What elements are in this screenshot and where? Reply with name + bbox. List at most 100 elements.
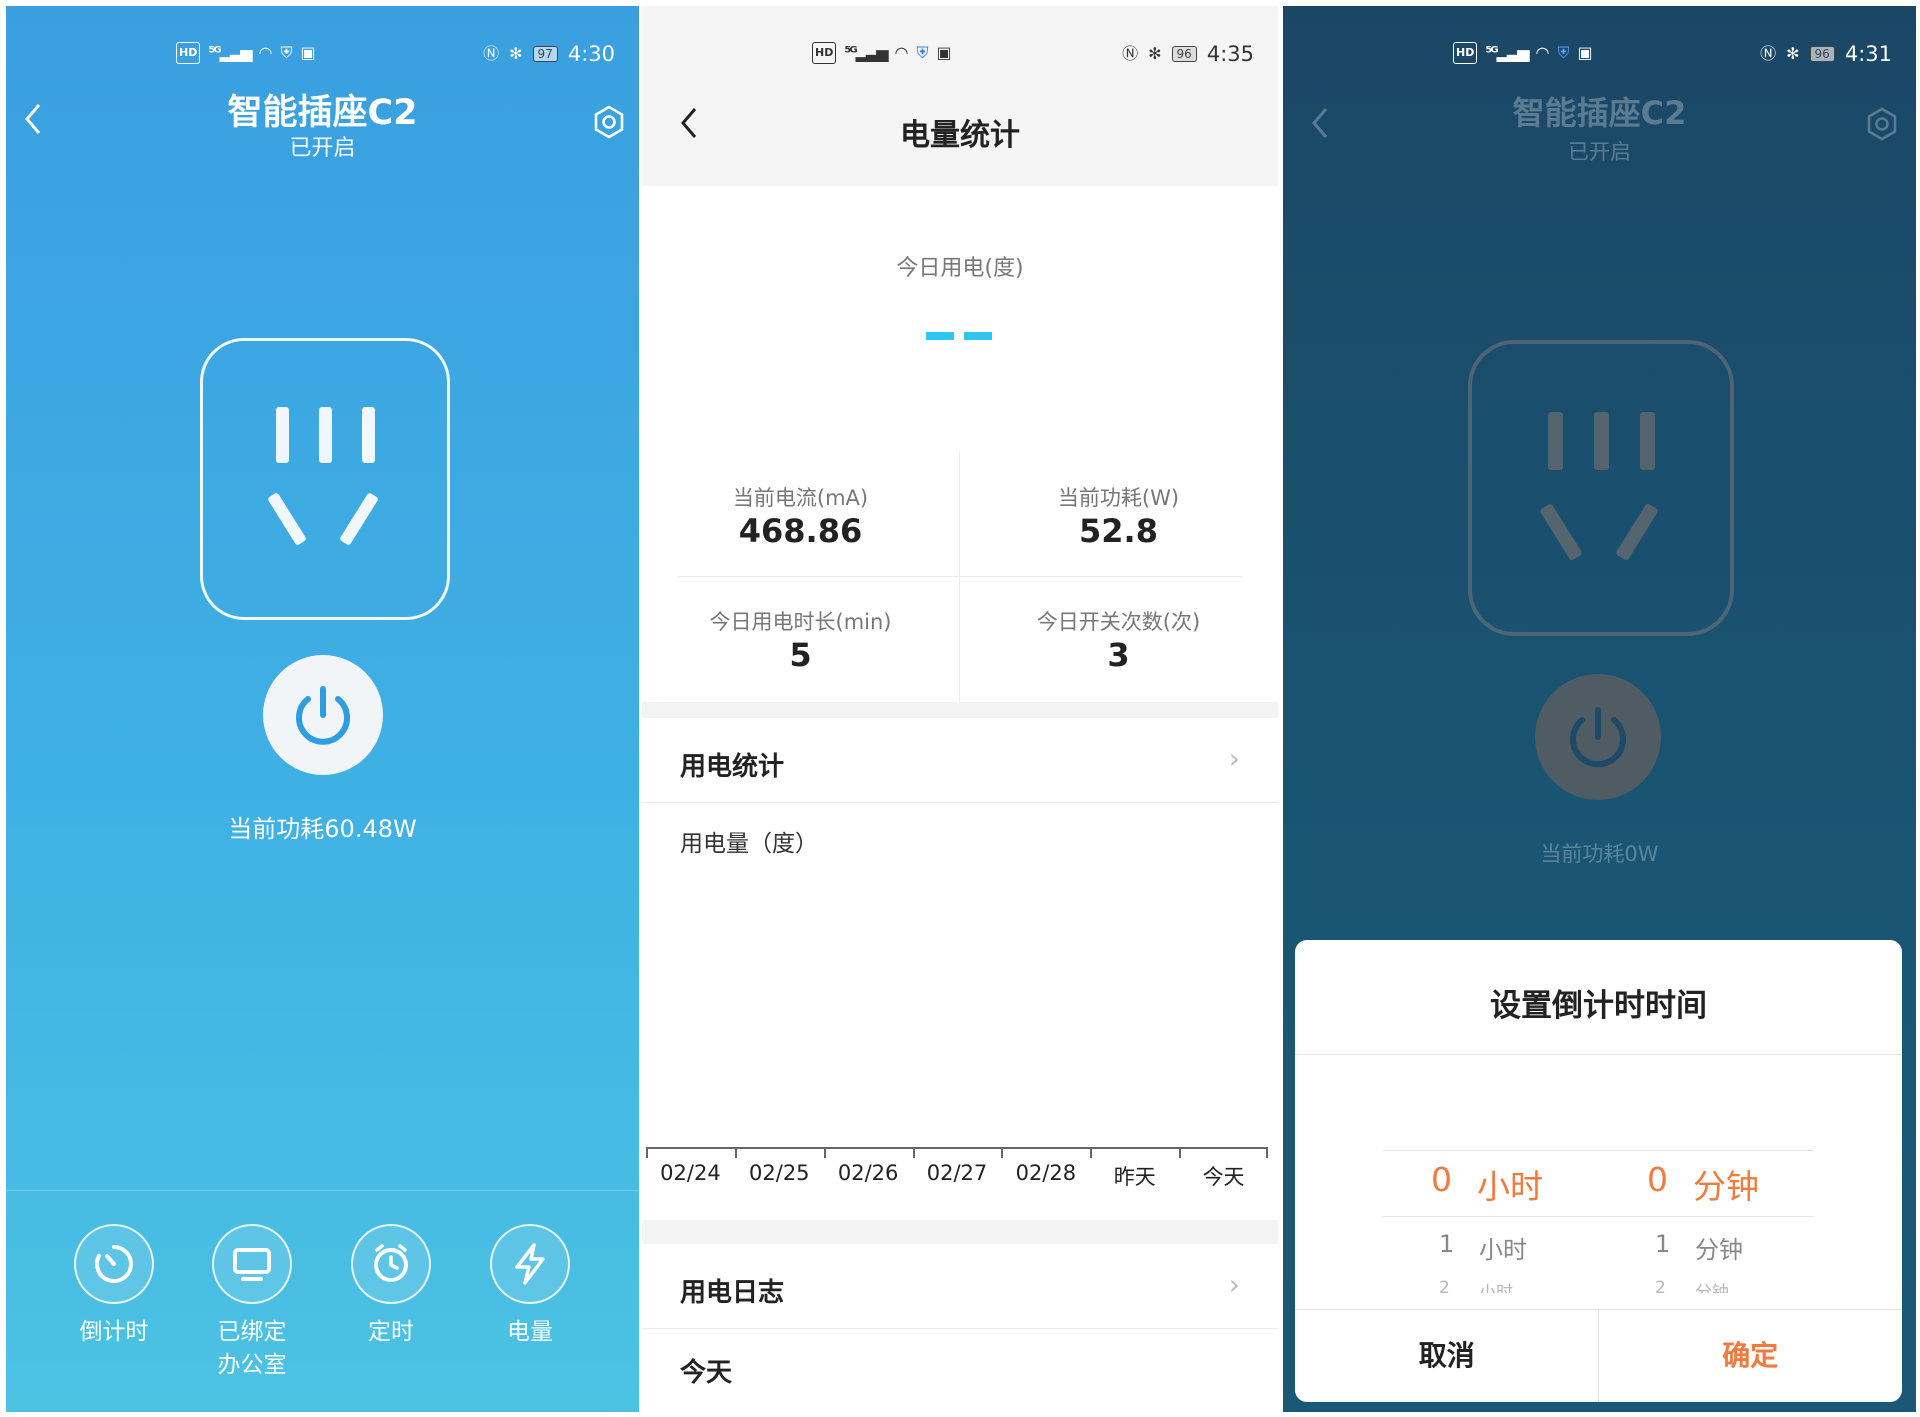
bluetooth-icon: ✻ — [1148, 44, 1162, 63]
row-title: 用电日志 — [680, 1278, 785, 1308]
socket-pin — [267, 492, 307, 546]
socket-pin — [276, 407, 289, 463]
section-gap — [642, 1220, 1278, 1244]
device-title: 智能插座C2 — [1512, 94, 1687, 132]
stat-value: 3 — [1107, 636, 1130, 674]
divider — [678, 576, 1242, 577]
countdown-dialog: 设置倒计时时间 0 小时 1 小时 2 小时 0 分钟 1 分钟 2 分钟 取消… — [1295, 940, 1902, 1402]
x-tick-label: 02/24 — [660, 1161, 721, 1185]
nav-timer[interactable]: 定时 — [331, 1224, 451, 1349]
stat-label: 当前功耗(W) — [1057, 486, 1180, 510]
nav-electricity[interactable]: 电量 — [470, 1224, 590, 1349]
picker-unit: 分钟 — [1695, 1283, 1729, 1293]
nav-bound-room[interactable]: 已绑定 办公室 — [192, 1224, 312, 1382]
divider — [642, 1328, 1278, 1329]
today-usage-label: 今日用电(度) — [896, 256, 1024, 281]
shield-icon: ⛨ — [280, 43, 293, 62]
countdown-dialog-screen: HD ⁵ᴳ▂▃▅ ◠ ⛨ ▣ Ⓝ ✻ 96 4:31 智能插座C2 已开启 当前… — [1283, 6, 1916, 1412]
stat-label: 今日用电时长(min) — [709, 610, 892, 634]
socket-pin — [1640, 412, 1655, 470]
power-button[interactable] — [263, 655, 383, 775]
power-consumption-text: 当前功耗0W — [1540, 842, 1659, 866]
app-icon: ▣ — [936, 43, 952, 62]
wifi-icon: ◠ — [1535, 43, 1550, 62]
x-tick-label: 02/25 — [749, 1161, 810, 1185]
picker-number: 2 — [1439, 1278, 1450, 1293]
countdown-icon — [95, 1245, 133, 1283]
picker-unit: 分钟 — [1695, 1236, 1743, 1264]
socket-pin — [1548, 412, 1563, 470]
page-title: 电量统计 — [900, 118, 1020, 153]
settings-button[interactable] — [591, 104, 627, 140]
x-axis — [646, 1147, 1268, 1149]
socket-pin — [1615, 502, 1659, 562]
nfc-icon: Ⓝ — [1122, 44, 1139, 63]
header-bar — [642, 6, 1278, 186]
usage-stats-row[interactable]: 用电统计 › — [642, 718, 1278, 802]
x-tick — [1001, 1149, 1004, 1158]
picker-highlight-bottom — [1383, 1216, 1814, 1217]
alarm-clock-icon — [374, 1244, 408, 1282]
socket-illustration — [1468, 340, 1734, 636]
app-icon: ▣ — [300, 43, 316, 62]
x-tick — [646, 1149, 648, 1158]
section-gap — [642, 702, 1278, 718]
status-bar: HD ⁵ᴳ▂▃▅ ◠ ⛨ ▣ Ⓝ ✻ 96 4:31 — [1283, 40, 1916, 70]
picker-unit: 小时 — [1477, 1167, 1543, 1206]
device-title: 智能插座C2 — [227, 93, 418, 133]
nav-label: 定时 — [368, 1319, 414, 1345]
battery-icon: 96 — [1171, 46, 1197, 62]
status-bar: HD ⁵ᴳ▂▃▅ ◠ ⛨ ▣ Ⓝ ✻ 97 4:30 — [6, 40, 639, 70]
stat-value: 52.8 — [1079, 512, 1158, 550]
x-tick-label: 02/27 — [926, 1161, 988, 1185]
x-tick-label: 02/26 — [837, 1161, 899, 1185]
picker-number: 0 — [1647, 1160, 1668, 1199]
signal-icon: ⁵ᴳ▂▃▅ — [1485, 43, 1529, 62]
status-bar: HD ⁵ᴳ▂▃▅ ◠ ⛨ ▣ Ⓝ ✻ 96 4:35 — [642, 40, 1278, 70]
picker-unit: 分钟 — [1693, 1167, 1759, 1206]
electricity-stats-screen: HD ⁵ᴳ▂▃▅ ◠ ⛨ ▣ Ⓝ ✻ 96 4:35 电量统计 今日用电(度) … — [642, 6, 1278, 1412]
chart-y-label: 用电量（度） — [680, 831, 818, 857]
socket-pin — [1539, 502, 1583, 562]
clock: 4:35 — [1206, 42, 1254, 66]
socket-pin — [339, 492, 379, 546]
nav-label: 已绑定 办公室 — [217, 1319, 287, 1378]
chevron-right-icon: › — [1228, 1268, 1240, 1301]
nfc-icon: Ⓝ — [1760, 44, 1777, 63]
battery-icon: 96 — [1809, 46, 1835, 62]
power-consumption-text: 当前功耗60.48W — [228, 815, 417, 843]
settings-button[interactable] — [1864, 106, 1900, 142]
cancel-button[interactable]: 取消 — [1295, 1310, 1599, 1402]
x-tick — [823, 1149, 826, 1158]
socket-pin — [362, 407, 375, 463]
stat-label: 今日开关次数(次) — [1036, 610, 1201, 634]
app-icon: ▣ — [1577, 43, 1593, 62]
socket-illustration — [200, 338, 450, 620]
hd-icon: HD — [1453, 42, 1478, 64]
today-usage-value — [926, 332, 954, 340]
today-usage-value — [964, 332, 992, 340]
picker-number: 2 — [1655, 1278, 1666, 1293]
nav-label: 倒计时 — [79, 1319, 149, 1345]
x-tick-label: 昨天 — [1113, 1165, 1156, 1189]
log-date-heading: 今天 — [680, 1358, 733, 1388]
nav-label: 电量 — [507, 1319, 553, 1345]
power-button[interactable] — [1535, 674, 1661, 800]
device-main-screen: HD ⁵ᴳ▂▃▅ ◠ ⛨ ▣ Ⓝ ✻ 97 4:30 智能插座C2 已开启 当前… — [6, 6, 639, 1412]
shield-icon: ⛨ — [1557, 43, 1570, 62]
wifi-icon: ◠ — [258, 43, 273, 62]
usage-log-row[interactable]: 用电日志 › — [642, 1244, 1278, 1328]
picker-number: 1 — [1439, 1230, 1455, 1258]
signal-icon: ⁵ᴳ▂▃▅ — [208, 43, 252, 62]
shield-icon: ⛨ — [916, 43, 929, 62]
stat-value: 5 — [789, 636, 812, 674]
divider — [1295, 1054, 1902, 1055]
nav-countdown[interactable]: 倒计时 — [54, 1224, 174, 1349]
picker-number: 1 — [1655, 1230, 1671, 1258]
x-tick — [912, 1149, 915, 1158]
nfc-icon: Ⓝ — [483, 44, 500, 63]
stat-label: 当前电流(mA) — [732, 486, 869, 510]
x-tick-label: 今天 — [1202, 1165, 1245, 1189]
picker-unit: 小时 — [1479, 1283, 1513, 1293]
confirm-button[interactable]: 确定 — [1599, 1310, 1903, 1402]
